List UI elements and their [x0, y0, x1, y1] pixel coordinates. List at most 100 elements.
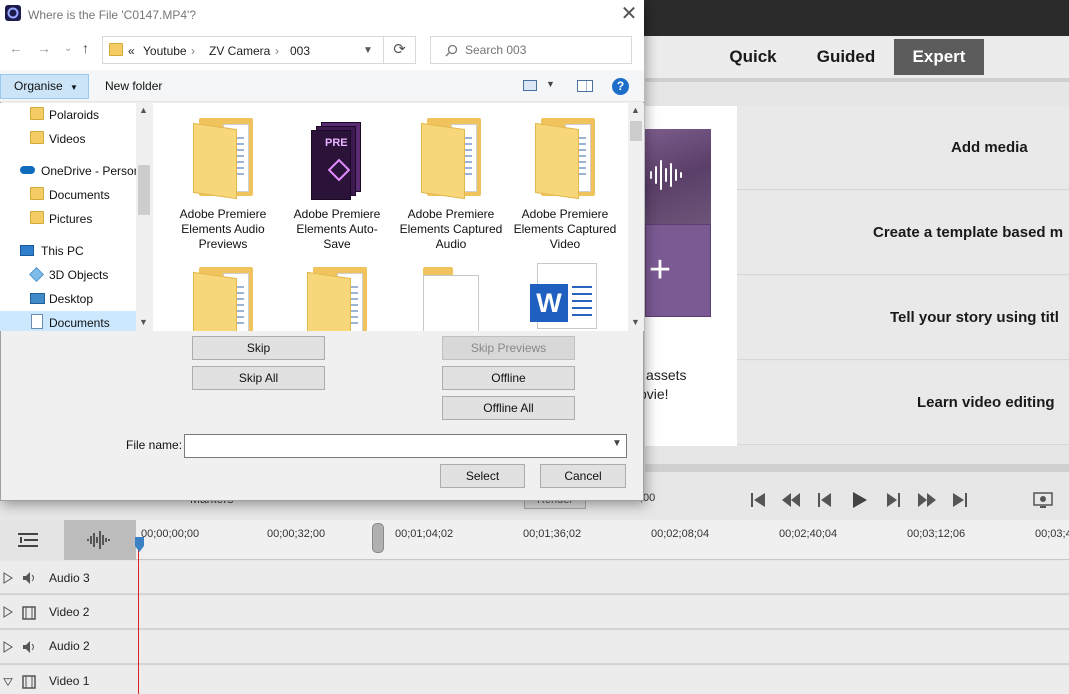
breadcrumb-003[interactable]: 003 — [290, 44, 310, 58]
skip-previews-button[interactable]: Skip Previews — [442, 336, 575, 360]
view-dropdown-icon[interactable]: ▼ — [546, 79, 555, 89]
file-item-folder[interactable] — [169, 267, 277, 331]
track-audio-3[interactable]: Audio 3 — [0, 561, 1069, 595]
nav-item-polaroids[interactable]: Polaroids — [0, 103, 136, 127]
track-video-2[interactable]: Video 2 — [0, 596, 1069, 630]
close-icon[interactable]: ✕ — [616, 2, 642, 28]
monitor-settings-icon[interactable] — [1033, 490, 1053, 510]
organise-label: Organise — [14, 79, 63, 93]
file-item-document[interactable] — [397, 267, 505, 331]
speaker-icon[interactable] — [22, 571, 36, 585]
audio-view-toggle[interactable] — [64, 520, 136, 560]
select-button[interactable]: Select — [440, 464, 525, 488]
folder-icon — [30, 107, 44, 120]
nav-item-onedrive-documents[interactable]: Documents — [0, 183, 136, 207]
folder-icon — [193, 267, 253, 331]
collapse-arrow-icon[interactable] — [3, 676, 13, 688]
new-folder-button[interactable]: New folder — [105, 79, 162, 93]
track-options[interactable] — [0, 520, 64, 560]
menu-label: Create a template based m — [873, 224, 1064, 241]
step-back-icon[interactable] — [815, 490, 835, 510]
file-item-word-doc[interactable]: W — [511, 263, 619, 331]
offline-all-button[interactable]: Offline All — [442, 396, 575, 420]
address-bar[interactable]: « Youtube › ZV Camera › 003 ▼ — [102, 36, 384, 64]
track-audio-2[interactable]: Audio 2 — [0, 631, 1069, 665]
nav-item-label: Documents — [49, 316, 110, 330]
scroll-down-icon[interactable]: ▼ — [139, 317, 148, 327]
search-box[interactable] — [430, 36, 632, 64]
breadcrumb-overflow[interactable]: « — [128, 44, 135, 58]
scroll-up-icon[interactable]: ▲ — [139, 105, 148, 115]
menu-tell-story[interactable]: Tell your story using titl — [737, 276, 1069, 360]
address-dropdown-icon[interactable]: ▼ — [363, 45, 373, 56]
expand-arrow-icon[interactable] — [3, 572, 13, 584]
file-name-dropdown-icon[interactable]: ▼ — [612, 438, 622, 449]
search-input[interactable] — [465, 41, 625, 59]
nav-scroll-thumb[interactable] — [138, 165, 150, 215]
expand-arrow-icon[interactable] — [3, 606, 13, 618]
back-arrow-icon[interactable]: ← — [9, 40, 23, 56]
up-arrow-icon[interactable]: ↑ — [82, 40, 89, 56]
nav-item-this-pc[interactable]: This PC — [0, 239, 136, 263]
nav-item-3d-objects[interactable]: 3D Objects — [0, 263, 136, 287]
go-to-start-icon[interactable] — [748, 490, 768, 510]
menu-learn-editing[interactable]: Learn video editing — [737, 361, 1069, 445]
dialog-title: Where is the File 'C0147.MP4'? — [28, 8, 196, 22]
files-scroll-thumb[interactable] — [630, 121, 642, 141]
mode-tab-guided[interactable]: Guided — [808, 39, 884, 75]
fast-forward-icon[interactable] — [917, 490, 937, 510]
ruler-tick: 00;01;36;02 — [523, 528, 582, 540]
breadcrumb-separator-icon: › — [275, 44, 279, 58]
film-icon[interactable] — [22, 606, 36, 620]
breadcrumb-youtube[interactable]: Youtube — [143, 44, 187, 58]
work-area-handle[interactable] — [372, 523, 384, 553]
folder-icon — [193, 118, 253, 200]
track-label: Audio 2 — [49, 639, 90, 653]
help-icon[interactable]: ? — [612, 78, 629, 95]
cancel-button[interactable]: Cancel — [540, 464, 626, 488]
preview-pane-icon[interactable] — [577, 80, 593, 92]
waveform-icon — [87, 531, 110, 549]
film-icon[interactable] — [22, 675, 36, 689]
breadcrumb-zv-camera[interactable]: ZV Camera — [209, 44, 270, 58]
forward-arrow-icon[interactable]: → — [37, 40, 51, 56]
file-name: Adobe Premiere Elements Auto-Save — [293, 207, 381, 251]
nav-item-desktop[interactable]: Desktop — [0, 287, 136, 311]
nav-scrollbar[interactable]: ▲ ▼ — [136, 103, 152, 331]
timeline-ruler[interactable] — [0, 520, 1069, 560]
nav-item-label: OneDrive - Person — [41, 164, 136, 178]
recent-chevron-icon[interactable]: ⌄ — [64, 43, 72, 54]
view-options-icon[interactable] — [523, 80, 537, 91]
expand-arrow-icon[interactable] — [3, 641, 13, 653]
offline-button[interactable]: Offline — [442, 366, 575, 390]
mode-tab-expert[interactable]: Expert — [894, 39, 984, 75]
file-name: Adobe Premiere Elements Captured Audio — [399, 207, 503, 251]
menu-create-template[interactable]: Create a template based m — [737, 191, 1069, 275]
nav-item-onedrive[interactable]: OneDrive - Person — [0, 159, 136, 183]
step-forward-icon[interactable] — [883, 490, 903, 510]
nav-item-label: Videos — [49, 132, 86, 146]
menu-add-media[interactable]: Add media — [737, 106, 1069, 190]
rewind-icon[interactable] — [781, 490, 801, 510]
file-name-input[interactable] — [184, 434, 627, 458]
speaker-icon[interactable] — [22, 640, 36, 654]
track-label: Audio 3 — [49, 571, 90, 585]
go-to-end-icon[interactable] — [950, 490, 970, 510]
organise-button[interactable]: Organise ▼ — [0, 74, 89, 99]
skip-button[interactable]: Skip — [192, 336, 325, 360]
file-item-folder[interactable] — [283, 267, 391, 331]
scroll-down-icon[interactable]: ▼ — [631, 317, 640, 327]
nav-item-documents[interactable]: Documents — [0, 311, 136, 331]
panel-divider[interactable] — [645, 464, 1069, 472]
nav-item-label: Documents — [49, 188, 110, 202]
nav-item-pictures[interactable]: Pictures — [0, 207, 136, 231]
nav-item-videos[interactable]: Videos — [0, 127, 136, 151]
nav-item-label: 3D Objects — [49, 268, 109, 282]
scroll-up-icon[interactable]: ▲ — [631, 105, 640, 115]
refresh-icon[interactable]: ⟳ — [384, 36, 416, 64]
play-icon[interactable] — [849, 490, 869, 510]
track-video-1[interactable]: Video 1 — [0, 666, 1069, 694]
skip-all-button[interactable]: Skip All — [192, 366, 325, 390]
file-name: Adobe Premiere Elements Audio Previews — [179, 207, 267, 251]
mode-tab-quick[interactable]: Quick — [718, 39, 788, 75]
